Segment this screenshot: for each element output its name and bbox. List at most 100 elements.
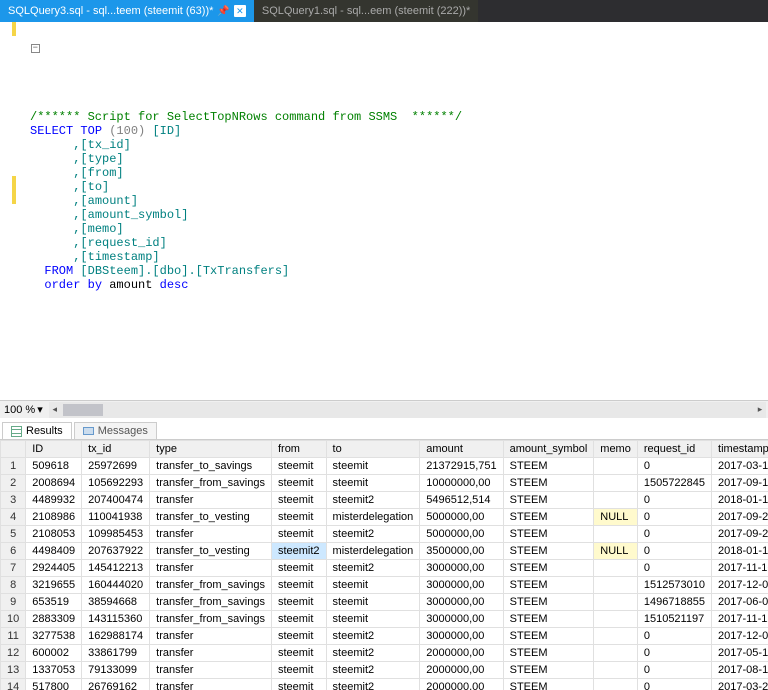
cell[interactable]: steemit2 xyxy=(326,628,420,645)
cell[interactable]: transfer_from_savings xyxy=(150,611,272,628)
col-header[interactable]: timestamp xyxy=(712,441,768,458)
cell[interactable]: steemit2 xyxy=(326,645,420,662)
cell[interactable]: 143115360 xyxy=(82,611,150,628)
cell[interactable]: 2 xyxy=(1,475,26,492)
cell[interactable]: transfer xyxy=(150,645,272,662)
cell[interactable]: 25972699 xyxy=(82,458,150,475)
table-row[interactable]: 1260000233861799transfersteemitsteemit22… xyxy=(1,645,768,662)
cell[interactable]: 5000000,00 xyxy=(420,509,503,526)
cell[interactable]: 600002 xyxy=(26,645,82,662)
cell[interactable]: STEEM xyxy=(503,577,594,594)
cell[interactable]: 3 xyxy=(1,492,26,509)
cell[interactable]: 33861799 xyxy=(82,645,150,662)
cell[interactable]: 2017-03-16 23:13:09.000 xyxy=(712,458,768,475)
cell[interactable]: transfer xyxy=(150,679,272,690)
cell[interactable]: 7 xyxy=(1,560,26,577)
cell[interactable]: steemit xyxy=(326,594,420,611)
table-row[interactable]: 13133705379133099transfersteemitsteemit2… xyxy=(1,662,768,679)
cell[interactable]: steemit2 xyxy=(326,679,420,690)
cell[interactable]: 13 xyxy=(1,662,26,679)
cell[interactable]: 21372915,751 xyxy=(420,458,503,475)
cell[interactable]: transfer_from_savings xyxy=(150,475,272,492)
col-header[interactable]: amount_symbol xyxy=(503,441,594,458)
col-header[interactable]: tx_id xyxy=(82,441,150,458)
fold-icon[interactable]: − xyxy=(31,44,40,53)
cell[interactable]: steemit xyxy=(271,628,326,645)
cell[interactable]: transfer xyxy=(150,662,272,679)
cell[interactable]: 2000000,00 xyxy=(420,679,503,690)
table-row[interactable]: 22008694105692293transfer_from_savingsst… xyxy=(1,475,768,492)
cell[interactable]: 0 xyxy=(637,526,711,543)
cell[interactable]: 2000000,00 xyxy=(420,645,503,662)
cell[interactable]: transfer_from_savings xyxy=(150,577,272,594)
cell[interactable]: 14 xyxy=(1,679,26,690)
cell[interactable] xyxy=(594,611,638,628)
cell[interactable]: 3500000,00 xyxy=(420,543,503,560)
col-header[interactable]: type xyxy=(150,441,272,458)
cell[interactable]: 2017-06-06 03:14:18.000 xyxy=(712,594,768,611)
cell[interactable]: 2017-09-24 07:48:09.000 xyxy=(712,526,768,543)
cell[interactable]: transfer xyxy=(150,628,272,645)
col-header[interactable]: request_id xyxy=(637,441,711,458)
cell[interactable]: STEEM xyxy=(503,611,594,628)
cell[interactable]: STEEM xyxy=(503,662,594,679)
cell[interactable] xyxy=(594,492,638,509)
cell[interactable]: 2017-09-18 08:20:48.000 xyxy=(712,475,768,492)
cell[interactable]: steemit xyxy=(326,458,420,475)
cell[interactable]: STEEM xyxy=(503,458,594,475)
tab-active[interactable]: SQLQuery3.sql - sql...teem (steemit (63)… xyxy=(0,0,254,22)
cell[interactable]: 160444020 xyxy=(82,577,150,594)
cell[interactable]: 5496512,514 xyxy=(420,492,503,509)
cell[interactable]: 1505722845 xyxy=(637,475,711,492)
cell[interactable]: 207637922 xyxy=(82,543,150,560)
cell[interactable]: 2017-09-24 09:43:39.000 xyxy=(712,509,768,526)
tab-results[interactable]: Results xyxy=(2,422,72,439)
cell[interactable]: 653519 xyxy=(26,594,82,611)
cell[interactable]: 5 xyxy=(1,526,26,543)
cell[interactable]: 3000000,00 xyxy=(420,577,503,594)
cell[interactable]: misterdelegation xyxy=(326,543,420,560)
cell[interactable]: 2017-03-21 12:51:30.000 xyxy=(712,679,768,690)
cell[interactable]: 0 xyxy=(637,645,711,662)
cell[interactable]: steemit xyxy=(271,577,326,594)
cell[interactable] xyxy=(594,594,638,611)
cell[interactable]: 6 xyxy=(1,543,26,560)
col-header[interactable]: memo xyxy=(594,441,638,458)
cell[interactable]: 207400474 xyxy=(82,492,150,509)
cell[interactable]: steemit xyxy=(271,611,326,628)
cell[interactable]: 1510521197 xyxy=(637,611,711,628)
cell[interactable]: steemit xyxy=(326,577,420,594)
col-header[interactable]: to xyxy=(326,441,420,458)
cell[interactable]: 4498409 xyxy=(26,543,82,560)
cell[interactable]: STEEM xyxy=(503,543,594,560)
zoom-control[interactable]: 100 % ▾ xyxy=(0,403,47,416)
cell[interactable]: 2017-08-10 22:59:48.000 xyxy=(712,662,768,679)
cell[interactable]: 79133099 xyxy=(82,662,150,679)
scroll-left-icon[interactable]: ◂ xyxy=(49,404,61,416)
cell[interactable]: STEEM xyxy=(503,628,594,645)
cell[interactable]: 3219655 xyxy=(26,577,82,594)
cell[interactable]: 0 xyxy=(637,679,711,690)
cell[interactable]: STEEM xyxy=(503,475,594,492)
cell[interactable]: steemit2 xyxy=(326,662,420,679)
col-header[interactable]: from xyxy=(271,441,326,458)
cell[interactable]: 0 xyxy=(637,492,711,509)
cell[interactable]: 5000000,00 xyxy=(420,526,503,543)
cell[interactable]: STEEM xyxy=(503,594,594,611)
cell[interactable]: 9 xyxy=(1,594,26,611)
cell[interactable] xyxy=(594,577,638,594)
cell[interactable]: 4 xyxy=(1,509,26,526)
cell[interactable]: transfer_to_vesting xyxy=(150,543,272,560)
col-header[interactable]: amount xyxy=(420,441,503,458)
cell[interactable]: 162988174 xyxy=(82,628,150,645)
table-row[interactable]: 102883309143115360transfer_from_savingss… xyxy=(1,611,768,628)
table-row[interactable]: 52108053109985453transfersteemitsteemit2… xyxy=(1,526,768,543)
cell[interactable]: steemit2 xyxy=(271,543,326,560)
cell[interactable]: 0 xyxy=(637,628,711,645)
table-row[interactable]: 34489932207400474transfersteemitsteemit2… xyxy=(1,492,768,509)
tab-inactive[interactable]: SQLQuery1.sql - sql...eem (steemit (222)… xyxy=(254,0,478,22)
cell[interactable]: 3000000,00 xyxy=(420,594,503,611)
cell[interactable]: 11 xyxy=(1,628,26,645)
cell[interactable]: transfer xyxy=(150,560,272,577)
cell[interactable] xyxy=(594,679,638,690)
